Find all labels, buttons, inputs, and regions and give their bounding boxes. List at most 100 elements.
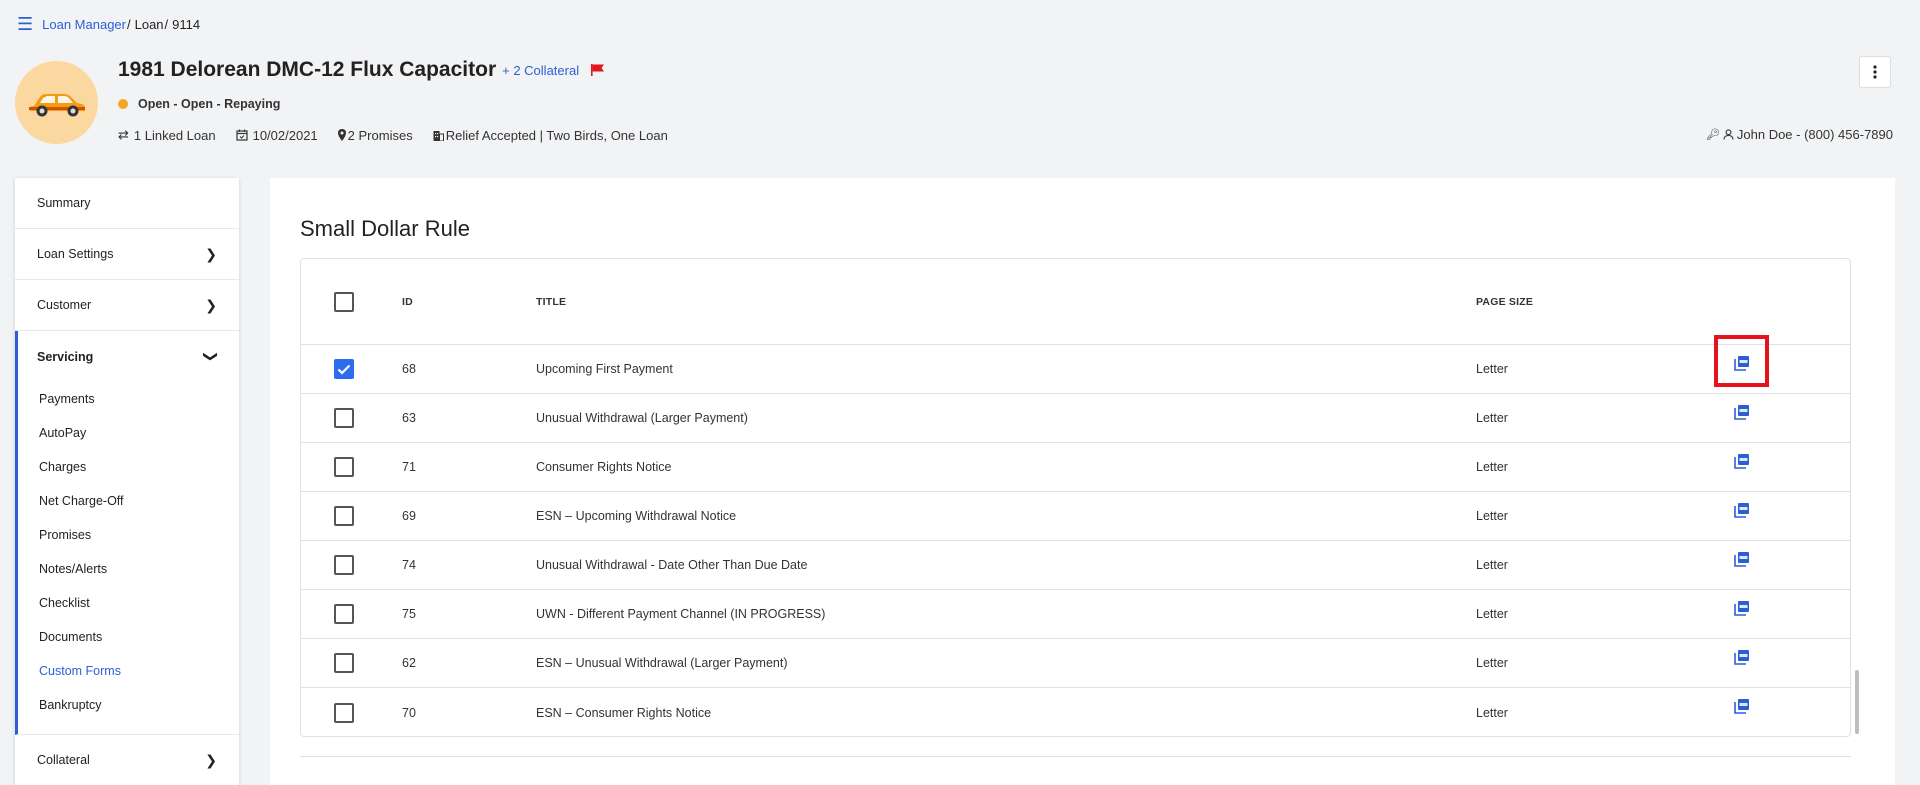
sidebar-item-label: Servicing [37, 349, 94, 364]
sidebar-item-label: Collateral [37, 753, 90, 767]
cell-page-size: Letter [1476, 656, 1508, 670]
sidebar-subitem-autopay[interactable]: AutoPay [18, 416, 239, 450]
table-row[interactable]: 63 Unusual Withdrawal (Larger Payment) Let… [301, 394, 1850, 443]
promises-summary[interactable]: 2 Promises [337, 127, 413, 143]
column-header-id[interactable]: ID [402, 296, 413, 308]
cell-page-size: Letter [1476, 411, 1508, 425]
sidebar-group-servicing: Servicing ❯ Payments AutoPay Charges Net… [15, 331, 239, 735]
pdf-icon[interactable] [1734, 551, 1750, 567]
cell-id: 75 [402, 607, 416, 621]
cell-page-size: Letter [1476, 607, 1508, 621]
sidebar: Summary Loan Settings ❯ Customer ❯ Servi… [15, 178, 239, 785]
row-checkbox-cell [334, 702, 354, 723]
sidebar-subitem-bankruptcy[interactable]: Bankruptcy [18, 688, 239, 722]
cell-id: 62 [402, 656, 416, 670]
relief-summary[interactable]: Relief Accepted | Two Birds, One Loan [433, 128, 668, 143]
more-options-button[interactable] [1859, 56, 1891, 88]
table-row[interactable]: 75 UWN - Different Payment Channel (IN PR… [301, 590, 1850, 639]
breadcrumb-loan-manager[interactable]: Loan Manager [42, 17, 126, 32]
cell-id: 74 [402, 558, 416, 572]
forms-table: ID TITLE PAGE SIZE 68 Upcoming First Paym… [300, 258, 1851, 737]
cell-title: UWN - Different Payment Channel (IN PROG… [536, 607, 826, 621]
table-row[interactable]: 74 Unusual Withdrawal - Date Other Than D… [301, 541, 1850, 590]
highlight-box [1714, 335, 1769, 387]
sidebar-subitem-custom-forms[interactable]: Custom Forms [18, 654, 239, 688]
sidebar-item-customer[interactable]: Customer ❯ [15, 280, 239, 331]
row-checkbox[interactable] [334, 408, 354, 428]
sidebar-subitem-checklist[interactable]: Checklist [18, 586, 239, 620]
divider [300, 756, 1851, 757]
table-row[interactable]: 71 Consumer Rights Notice Letter [301, 443, 1850, 492]
key-icon: 🔑︎ [1705, 129, 1720, 141]
cell-title: Unusual Withdrawal (Larger Payment) [536, 411, 748, 425]
table-row[interactable]: 69 ESN – Upcoming Withdrawal Notice Letter [301, 492, 1850, 541]
row-checkbox[interactable] [334, 555, 354, 575]
row-checkbox-cell [334, 506, 354, 526]
sidebar-item-loan-settings[interactable]: Loan Settings ❯ [15, 229, 239, 280]
cell-id: 70 [402, 705, 416, 720]
sidebar-item-label: Loan Settings [37, 247, 114, 261]
sidebar-item-collateral[interactable]: Collateral ❯ [15, 735, 239, 785]
select-all-checkbox[interactable] [334, 291, 354, 312]
chevron-right-icon: ❯ [205, 245, 217, 262]
hamburger-icon[interactable]: ☰ [17, 15, 33, 33]
primary-contact[interactable]: 🔑︎ John Doe - (800) 456-7890 [1706, 127, 1893, 142]
building-icon [433, 130, 444, 141]
exchange-icon: ⇄ [118, 127, 129, 142]
row-checkbox[interactable] [334, 702, 354, 723]
contact-text: John Doe - (800) 456-7890 [1736, 127, 1893, 142]
sidebar-subitem-documents[interactable]: Documents [18, 620, 239, 654]
pdf-icon[interactable] [1734, 404, 1750, 420]
cell-page-size: Letter [1476, 705, 1508, 720]
row-checkbox[interactable] [334, 604, 354, 624]
pdf-icon[interactable] [1734, 453, 1750, 469]
row-checkbox-cell [334, 555, 354, 575]
sidebar-subitem-promises[interactable]: Promises [18, 518, 239, 552]
scrollbar-thumb[interactable] [1855, 670, 1859, 734]
pdf-icon[interactable] [1734, 502, 1750, 518]
loan-date-value: 10/02/2021 [252, 127, 318, 143]
sidebar-subitem-payments[interactable]: Payments [18, 382, 239, 416]
main-panel: Small Dollar Rule ID TITLE PAGE SIZE 68 U… [270, 178, 1895, 785]
user-icon [1723, 129, 1734, 140]
sidebar-item-summary[interactable]: Summary [15, 178, 239, 229]
sidebar-subitem-charges[interactable]: Charges [18, 450, 239, 484]
row-checkbox[interactable] [334, 457, 354, 477]
sidebar-subitem-net-charge-off[interactable]: Net Charge-Off [18, 484, 239, 518]
page-title: 1981 Delorean DMC-12 Flux Capacitor [118, 58, 497, 81]
sidebar-subitem-notes-alerts[interactable]: Notes/Alerts [18, 552, 239, 586]
table-row[interactable]: 62 ESN – Unusual Withdrawal (Larger Payme… [301, 639, 1850, 688]
cell-id: 63 [402, 411, 416, 425]
chevron-down-icon: ❯ [203, 350, 220, 363]
breadcrumb-loan-id: 9114 [172, 16, 201, 32]
table-row[interactable]: 68 Upcoming First Payment Letter [301, 335, 1850, 394]
chevron-right-icon: ❯ [205, 751, 217, 768]
cell-id: 68 [402, 362, 416, 376]
promises-count: 2 Promises [347, 127, 413, 143]
row-checkbox-cell [334, 457, 354, 477]
relief-text: Relief Accepted | Two Birds, One Loan [445, 127, 668, 143]
linked-loan-label: 1 Linked Loan [133, 127, 216, 143]
flag-icon[interactable] [591, 64, 605, 76]
status-dot [118, 99, 128, 109]
collateral-link[interactable]: + 2 Collateral [502, 63, 579, 78]
sidebar-item-servicing[interactable]: Servicing ❯ [18, 331, 239, 382]
row-checkbox[interactable] [334, 506, 354, 526]
table-row[interactable]: 70 ESN – Consumer Rights Notice Letter [301, 688, 1850, 737]
column-header-title[interactable]: TITLE [536, 296, 566, 308]
row-checkbox[interactable] [334, 653, 354, 673]
pdf-icon[interactable] [1734, 600, 1750, 616]
linked-loan[interactable]: ⇄ 1 Linked Loan [118, 127, 216, 143]
kebab-icon [1873, 65, 1877, 79]
section-title: Small Dollar Rule [300, 216, 470, 241]
loan-status: Open - Open - Repaying [118, 97, 280, 111]
status-text: Open - Open - Repaying [138, 97, 281, 111]
pdf-icon[interactable] [1734, 649, 1750, 665]
row-checkbox[interactable] [334, 359, 354, 379]
pdf-download-cell [1734, 698, 1750, 714]
pdf-download-cell [1734, 649, 1750, 665]
row-checkbox-cell [334, 604, 354, 624]
row-checkbox-cell [334, 408, 354, 428]
pdf-icon[interactable] [1734, 698, 1750, 714]
column-header-page-size[interactable]: PAGE SIZE [1476, 296, 1533, 308]
